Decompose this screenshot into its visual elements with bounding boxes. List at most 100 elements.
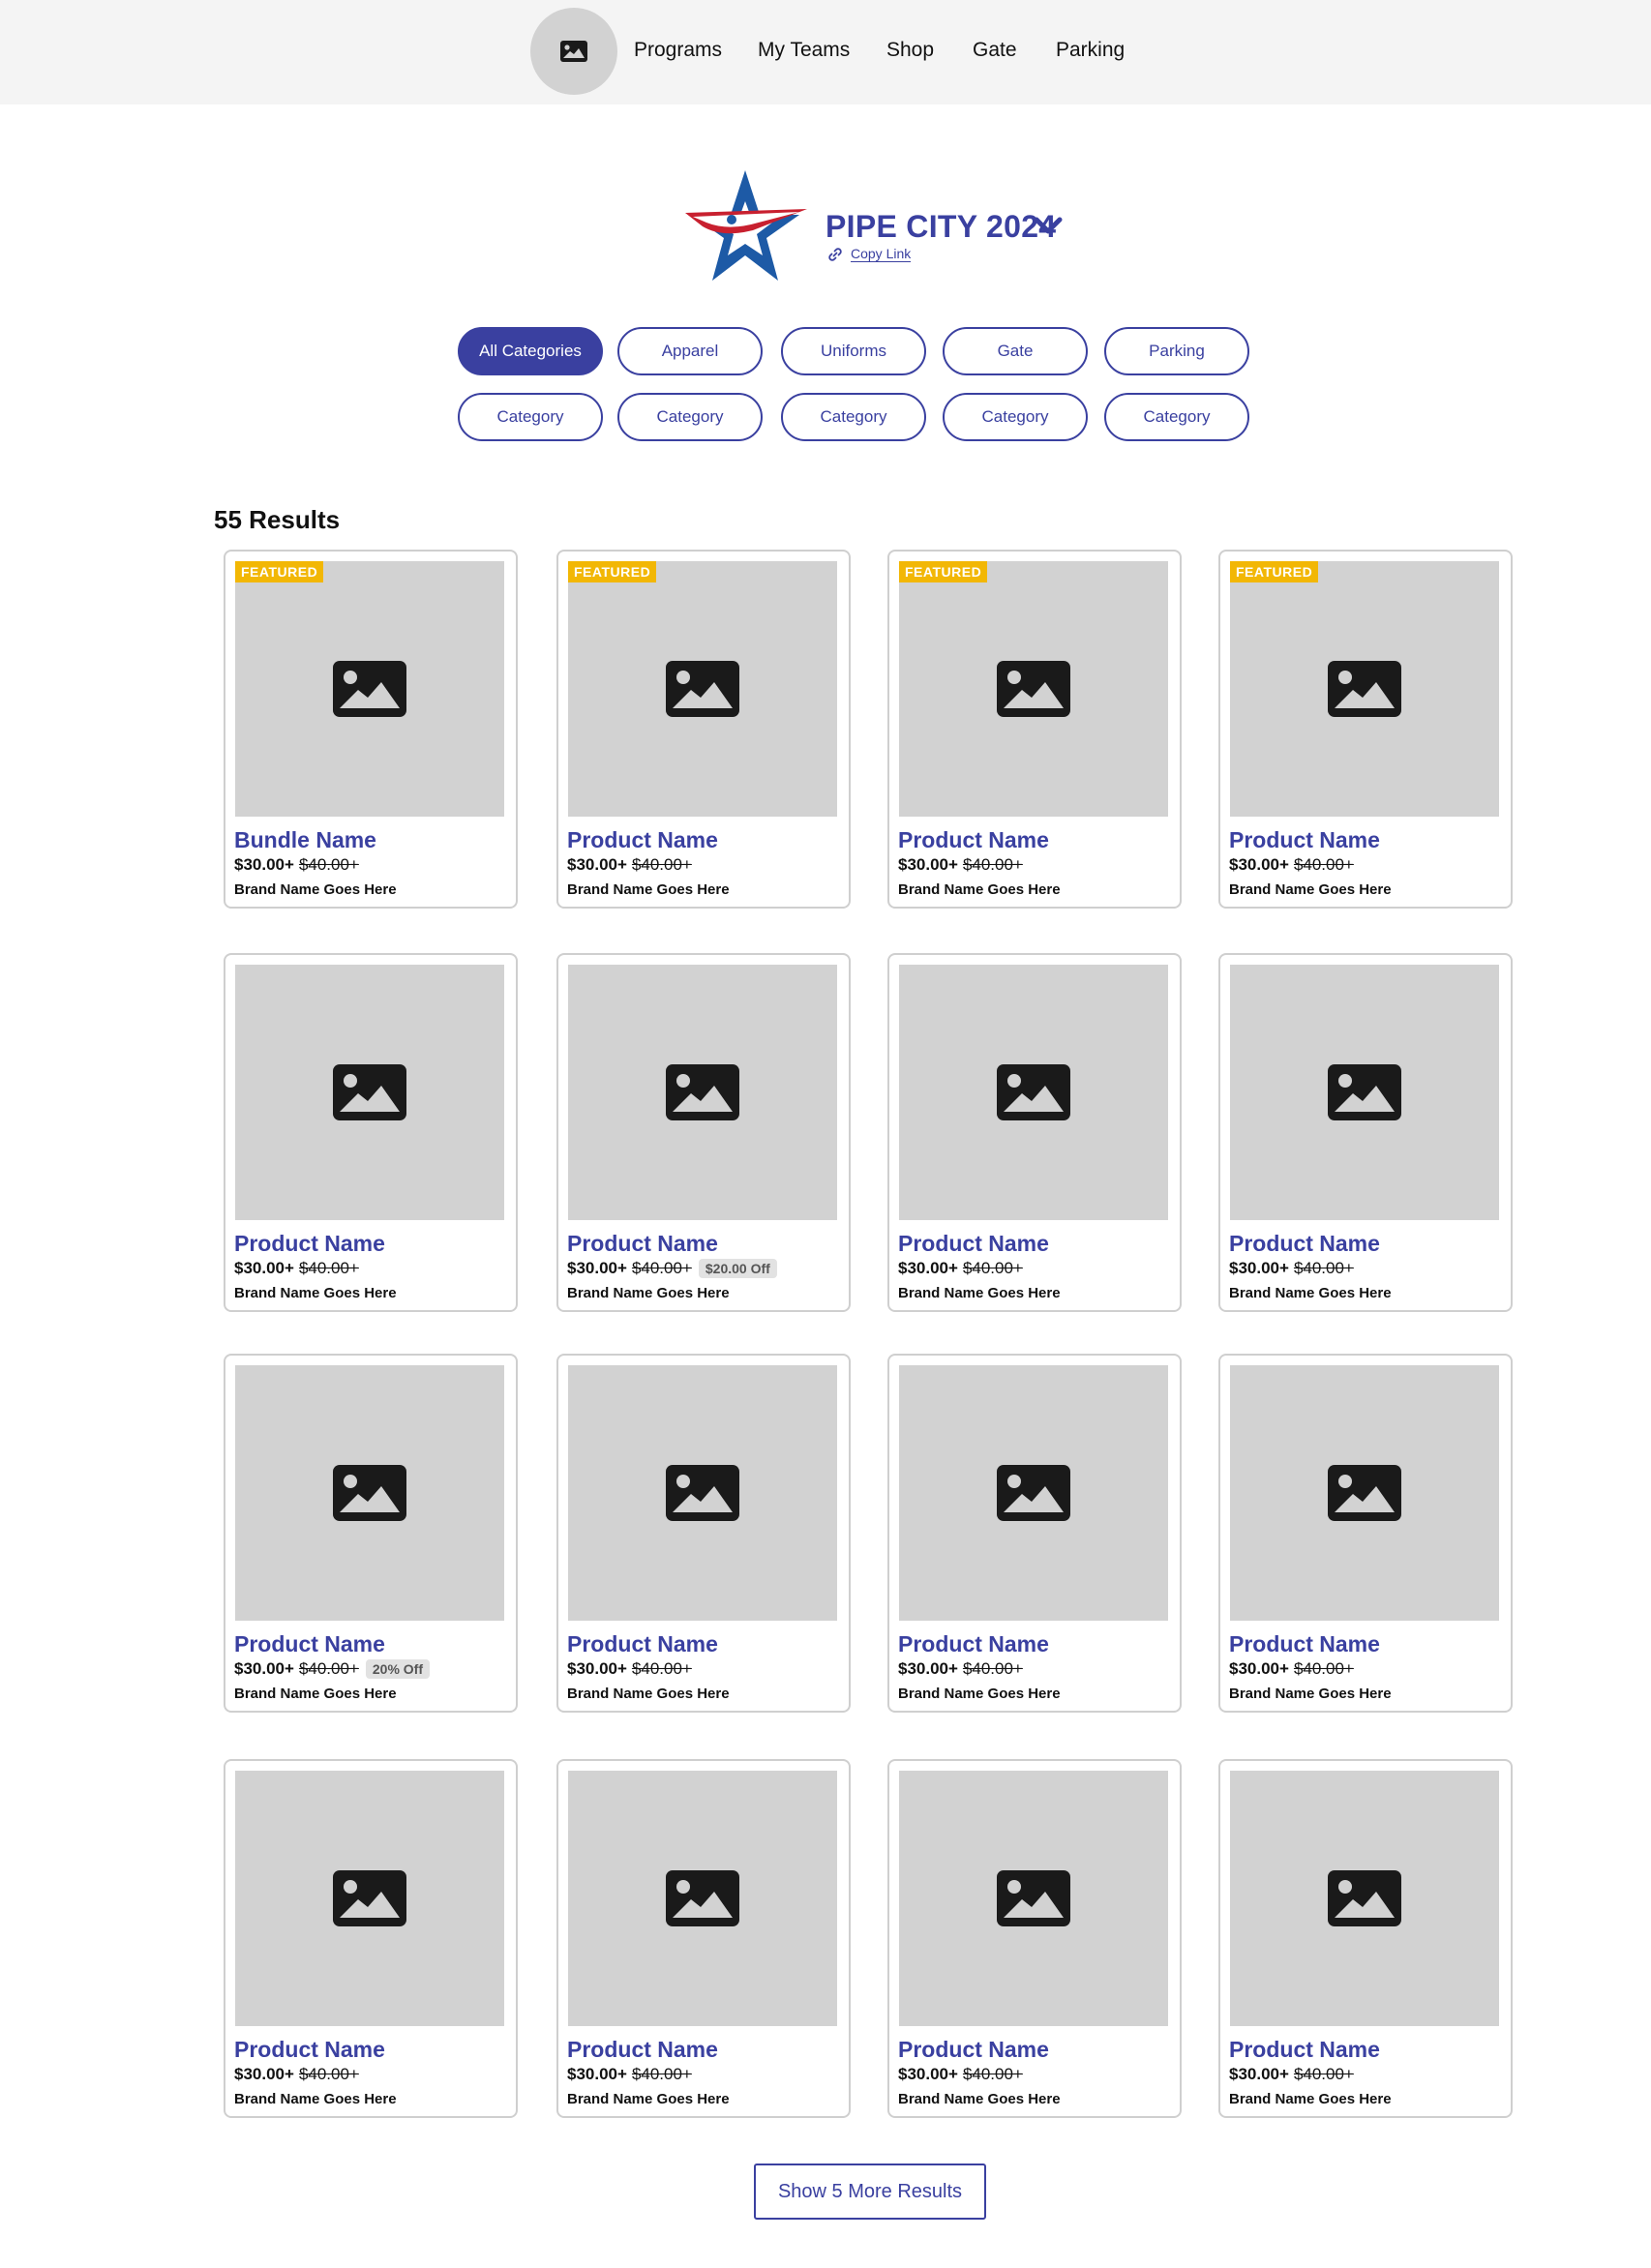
product-card[interactable]: Product Name $30.00+ $40.00+ Brand Name …: [1218, 1354, 1513, 1713]
product-image: [235, 1771, 504, 2026]
image-placeholder-icon: [1328, 661, 1401, 717]
price-original: $40.00+: [1293, 2065, 1354, 2083]
brand-name: Brand Name Goes Here: [567, 2091, 730, 2107]
brand-name: Brand Name Goes Here: [898, 1285, 1061, 1301]
category-pill[interactable]: Category: [617, 393, 763, 441]
image-placeholder-icon: [666, 1465, 739, 1521]
discount-badge: 20% Off: [365, 1659, 430, 1679]
category-pill[interactable]: Parking: [1104, 327, 1249, 375]
product-name[interactable]: Product Name: [567, 1230, 718, 1257]
product-name[interactable]: Product Name: [567, 1630, 718, 1657]
product-name[interactable]: Product Name: [567, 2036, 718, 2063]
product-card[interactable]: Product Name $30.00+ $40.00+ Brand Name …: [887, 953, 1182, 1312]
product-name[interactable]: Product Name: [898, 1230, 1049, 1257]
product-name[interactable]: Product Name: [1229, 1630, 1380, 1657]
nav-shop[interactable]: Shop: [886, 37, 934, 64]
product-card[interactable]: Product Name $30.00+ $40.00+ Brand Name …: [224, 1759, 518, 2118]
category-pill[interactable]: Uniforms: [781, 327, 926, 375]
product-price: $30.00+ $40.00+: [898, 1658, 1023, 1680]
product-image: [568, 1771, 837, 2026]
product-name[interactable]: Product Name: [898, 2036, 1049, 2063]
brand-name: Brand Name Goes Here: [567, 881, 730, 898]
show-more-button[interactable]: Show 5 More Results: [754, 2164, 986, 2220]
product-card[interactable]: FEATURED Bundle Name $30.00+ $40.00+ Bra…: [224, 550, 518, 909]
product-card[interactable]: FEATURED Product Name $30.00+ $40.00+ Br…: [1218, 550, 1513, 909]
price-current: $30.00+: [567, 855, 627, 874]
product-image: FEATURED: [899, 561, 1168, 817]
price-original: $40.00+: [298, 855, 359, 874]
org-title[interactable]: PIPE CITY 2024: [826, 207, 1056, 246]
product-image: [1230, 1365, 1499, 1621]
product-card[interactable]: FEATURED Product Name $30.00+ $40.00+ Br…: [556, 550, 851, 909]
category-pill[interactable]: Apparel: [617, 327, 763, 375]
featured-badge: FEATURED: [568, 561, 657, 582]
product-image: [899, 965, 1168, 1220]
product-name[interactable]: Product Name: [898, 1630, 1049, 1657]
product-name[interactable]: Product Name: [234, 2036, 385, 2063]
image-placeholder-icon: [666, 1064, 739, 1120]
category-pill[interactable]: Category: [458, 393, 603, 441]
product-card[interactable]: Product Name $30.00+ $40.00+ 20% Off Bra…: [224, 1354, 518, 1713]
brand-name: Brand Name Goes Here: [1229, 2091, 1392, 2107]
product-price: $30.00+ $40.00+: [898, 1258, 1023, 1279]
category-pill[interactable]: Gate: [943, 327, 1088, 375]
product-name[interactable]: Product Name: [1229, 1230, 1380, 1257]
results-count: 55 Results: [214, 505, 341, 534]
product-card[interactable]: Product Name $30.00+ $40.00+ $20.00 Off …: [556, 953, 851, 1312]
product-name[interactable]: Product Name: [234, 1630, 385, 1657]
product-name[interactable]: Product Name: [567, 826, 718, 853]
product-card[interactable]: FEATURED Product Name $30.00+ $40.00+ Br…: [887, 550, 1182, 909]
nav-my-teams[interactable]: My Teams: [758, 37, 850, 64]
product-image: [235, 1365, 504, 1621]
product-price: $30.00+ $40.00+: [1229, 1258, 1354, 1279]
product-card[interactable]: Product Name $30.00+ $40.00+ Brand Name …: [887, 1354, 1182, 1713]
price-original: $40.00+: [298, 1659, 359, 1678]
product-image: [899, 1365, 1168, 1621]
product-image: FEATURED: [568, 561, 837, 817]
product-card[interactable]: Product Name $30.00+ $40.00+ Brand Name …: [887, 1759, 1182, 2118]
product-price: $30.00+ $40.00+: [1229, 1658, 1354, 1680]
price-original: $40.00+: [962, 2065, 1023, 2083]
product-card[interactable]: Product Name $30.00+ $40.00+ Brand Name …: [1218, 953, 1513, 1312]
product-card[interactable]: Product Name $30.00+ $40.00+ Brand Name …: [224, 953, 518, 1312]
copy-link-button[interactable]: Copy Link: [827, 246, 912, 262]
category-pill[interactable]: Category: [781, 393, 926, 441]
product-name[interactable]: Product Name: [234, 1230, 385, 1257]
product-name[interactable]: Product Name: [898, 826, 1049, 853]
product-image: [1230, 1771, 1499, 2026]
product-name[interactable]: Product Name: [1229, 2036, 1380, 2063]
price-current: $30.00+: [234, 1659, 294, 1678]
price-current: $30.00+: [234, 855, 294, 874]
price-current: $30.00+: [1229, 855, 1289, 874]
price-current: $30.00+: [567, 1659, 627, 1678]
product-name[interactable]: Bundle Name: [234, 826, 376, 853]
nav-gate[interactable]: Gate: [973, 37, 1017, 64]
category-pill[interactable]: Category: [943, 393, 1088, 441]
price-current: $30.00+: [567, 2065, 627, 2083]
product-price: $30.00+ $40.00+ $20.00 Off: [567, 1258, 777, 1279]
chevron-down-icon[interactable]: [1034, 213, 1063, 238]
brand-name: Brand Name Goes Here: [234, 2091, 397, 2107]
nav-programs[interactable]: Programs: [634, 37, 722, 64]
image-placeholder-icon: [1328, 1064, 1401, 1120]
product-image: FEATURED: [1230, 561, 1499, 817]
product-card[interactable]: Product Name $30.00+ $40.00+ Brand Name …: [556, 1354, 851, 1713]
nav-parking[interactable]: Parking: [1056, 37, 1125, 64]
discount-badge: $20.00 Off: [698, 1259, 777, 1278]
product-price: $30.00+ $40.00+: [567, 1658, 692, 1680]
category-pill[interactable]: All Categories: [458, 327, 603, 375]
product-price: $30.00+ $40.00+ 20% Off: [234, 1658, 430, 1680]
link-icon: [828, 247, 842, 261]
category-pill[interactable]: Category: [1104, 393, 1249, 441]
product-image: [568, 1365, 837, 1621]
product-card[interactable]: Product Name $30.00+ $40.00+ Brand Name …: [1218, 1759, 1513, 2118]
product-name[interactable]: Product Name: [1229, 826, 1380, 853]
product-price: $30.00+ $40.00+: [567, 854, 692, 876]
product-card[interactable]: Product Name $30.00+ $40.00+ Brand Name …: [556, 1759, 851, 2118]
image-placeholder-icon: [333, 1870, 406, 1926]
image-placeholder-icon: [1328, 1465, 1401, 1521]
price-current: $30.00+: [898, 1259, 958, 1277]
image-placeholder-icon: [666, 661, 739, 717]
nav-logo[interactable]: [530, 8, 617, 95]
price-current: $30.00+: [1229, 2065, 1289, 2083]
